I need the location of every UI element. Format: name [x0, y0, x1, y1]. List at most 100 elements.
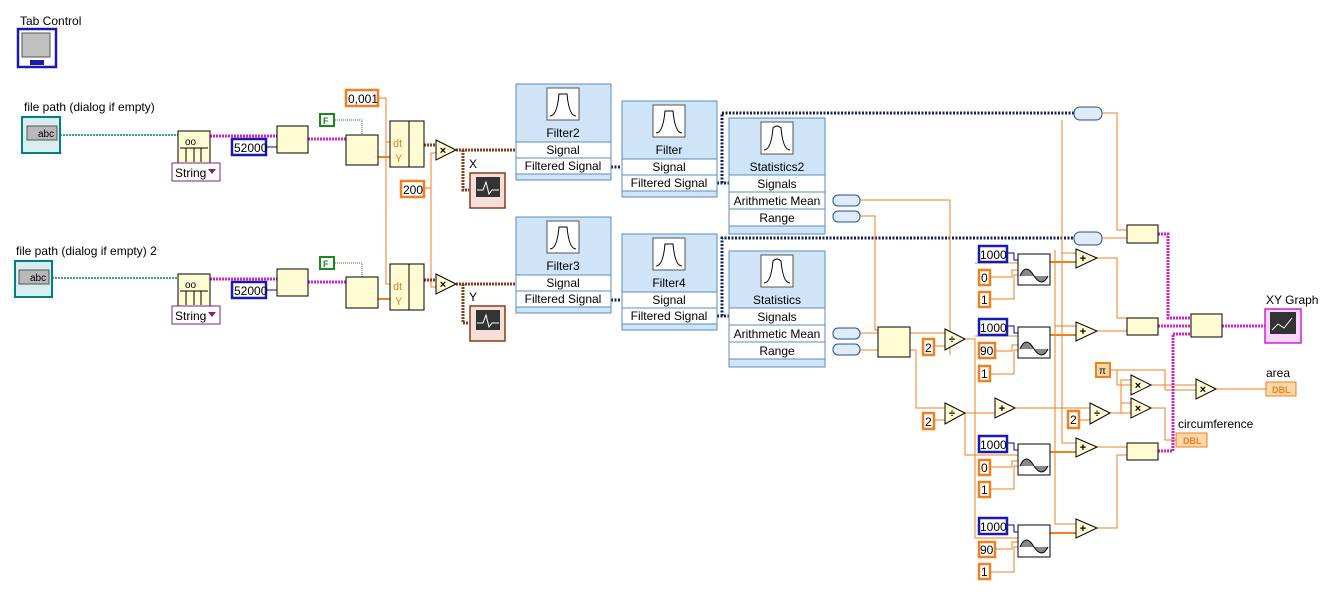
constant-value: 0 — [981, 461, 988, 475]
divide-node[interactable]: ÷ — [944, 328, 967, 351]
path-icon: abc — [38, 129, 54, 140]
vi-title: Statistics2 — [750, 160, 805, 174]
multiply-node[interactable]: × — [1195, 378, 1218, 400]
add-icon: + — [1080, 442, 1086, 454]
multiply-node[interactable]: × — [435, 139, 458, 161]
tab-control-label: Tab Control — [20, 14, 81, 28]
graph-y-indicator[interactable] — [469, 305, 506, 342]
divide-constant-a[interactable]: 2 — [921, 337, 936, 357]
build-array-node[interactable] — [1190, 313, 1223, 338]
boolean-constant-1[interactable]: F — [319, 113, 335, 127]
vi-title: Filter — [656, 143, 683, 157]
add-node[interactable]: + — [1075, 248, 1099, 269]
bundle-node[interactable] — [1126, 442, 1159, 461]
rows-constant-1[interactable]: 52000 — [230, 137, 268, 157]
pi-constant[interactable]: π — [1095, 362, 1111, 378]
add-node[interactable]: + — [1075, 321, 1099, 342]
terminal-label: Signal — [652, 293, 685, 307]
divide-constant-c[interactable]: 2 — [1066, 409, 1081, 430]
format-dropdown-1[interactable]: String — [171, 162, 221, 182]
constant-value: 1000 — [980, 321, 1007, 335]
convert-node[interactable] — [832, 194, 861, 207]
constant-value: 0 — [981, 271, 988, 285]
express-vi-filter2[interactable]: Filter2 Signal Filtered Signal — [515, 83, 612, 181]
divide-node[interactable]: ÷ — [1089, 402, 1112, 425]
add-node[interactable]: + — [994, 397, 1017, 419]
constant-value: 1 — [981, 565, 988, 579]
path-icon: abc — [30, 273, 46, 284]
constant-value: 1 — [981, 293, 988, 307]
express-vi-filter[interactable]: Filter Signal Filtered Signal — [621, 100, 718, 198]
multiply-node[interactable]: × — [1130, 397, 1153, 419]
constant-value: 0,001 — [348, 92, 378, 106]
add-icon: + — [1080, 326, 1086, 338]
circumference-indicator[interactable]: DBL — [1175, 432, 1208, 448]
format-value: String — [175, 309, 206, 323]
constant-value: 52000 — [234, 284, 268, 298]
area-label: area — [1266, 366, 1290, 380]
glasses-icon: oo — [185, 137, 197, 148]
add-node[interactable]: + — [1075, 518, 1099, 539]
constant-value: 52000 — [234, 141, 268, 155]
multiply-node[interactable]: × — [435, 273, 458, 295]
divide-icon: ÷ — [949, 334, 955, 346]
add-node[interactable]: + — [1075, 437, 1099, 458]
file-path-2-label: file path (dialog if empty) 2 — [16, 244, 157, 258]
read-spreadsheet-node-1[interactable]: oo — [177, 130, 211, 164]
convert-node[interactable] — [832, 343, 861, 356]
terminal-label: Signals — [757, 177, 796, 191]
dt-constant[interactable]: 0,001 — [344, 88, 380, 108]
xy-graph-label: XY Graph — [1266, 293, 1318, 307]
graph-x-label: X — [469, 157, 477, 171]
file-path-2-control[interactable]: abc — [14, 260, 53, 298]
gain-constant[interactable]: 200 — [399, 179, 426, 199]
add-icon: + — [1080, 523, 1086, 535]
divide-constant-b[interactable]: 2 — [921, 411, 936, 431]
graph-x-indicator[interactable] — [469, 172, 506, 209]
express-vi-statistics2[interactable]: Statistics2 Signals Arithmetic Mean Rang… — [728, 117, 826, 235]
build-waveform-node-1[interactable]: dt Y — [389, 120, 425, 168]
divide-node[interactable]: ÷ — [944, 402, 967, 425]
express-vi-filter3[interactable]: Filter3 Signal Filtered Signal — [515, 216, 612, 314]
convert-node[interactable] — [1073, 106, 1103, 121]
constant-value: 90 — [980, 344, 994, 358]
area-indicator[interactable]: DBL — [1265, 381, 1297, 397]
terminal-label: Signals — [757, 310, 796, 324]
string-to-number-node-1[interactable] — [345, 134, 379, 166]
y-terminal: Y — [395, 296, 403, 308]
constant-value: F — [323, 259, 329, 269]
convert-node[interactable] — [832, 327, 861, 340]
xy-graph-indicator[interactable] — [1264, 308, 1302, 344]
bundle-node[interactable] — [1126, 224, 1159, 244]
express-vi-statistics[interactable]: Statistics Signals Arithmetic Mean Range — [728, 250, 826, 368]
express-vi-filter4[interactable]: Filter4 Signal Filtered Signal — [621, 233, 718, 331]
indicator-type: DBL — [1183, 436, 1202, 446]
convert-node[interactable] — [832, 210, 861, 223]
build-waveform-node-2[interactable]: dt Y — [389, 263, 425, 311]
boolean-constant-2[interactable]: F — [319, 256, 335, 270]
file-path-1-control[interactable]: abc — [21, 116, 61, 154]
terminal-label: Arithmetic Mean — [734, 327, 821, 341]
multiply-icon: × — [440, 145, 446, 157]
sine-pattern-node[interactable] — [1017, 524, 1051, 558]
glasses-icon: oo — [185, 280, 197, 291]
add-icon: + — [1080, 253, 1086, 265]
multiply-icon: × — [1200, 384, 1206, 396]
dt-terminal: dt — [393, 281, 402, 293]
string-to-number-node-2[interactable] — [345, 276, 379, 309]
block-diagram: Tab Control file path (dialog if empty) … — [14, 14, 1318, 581]
array-subset-node-2[interactable] — [276, 268, 309, 297]
terminal-label: Filtered Signal — [525, 159, 602, 173]
format-dropdown-2[interactable]: String — [171, 305, 221, 325]
bundle-node[interactable] — [1126, 317, 1159, 336]
rows-constant-2[interactable]: 52000 — [230, 280, 268, 300]
select-node[interactable] — [877, 326, 911, 358]
array-subset-node-1[interactable] — [276, 125, 309, 154]
multiply-node[interactable]: × — [1130, 374, 1153, 396]
terminal-label: Signal — [652, 160, 685, 174]
read-spreadsheet-node-2[interactable]: oo — [177, 273, 211, 307]
tab-control-terminal[interactable] — [16, 27, 58, 69]
convert-node[interactable] — [1073, 231, 1103, 246]
multiply-icon: × — [1135, 403, 1141, 415]
terminal-label: Signal — [546, 143, 579, 157]
